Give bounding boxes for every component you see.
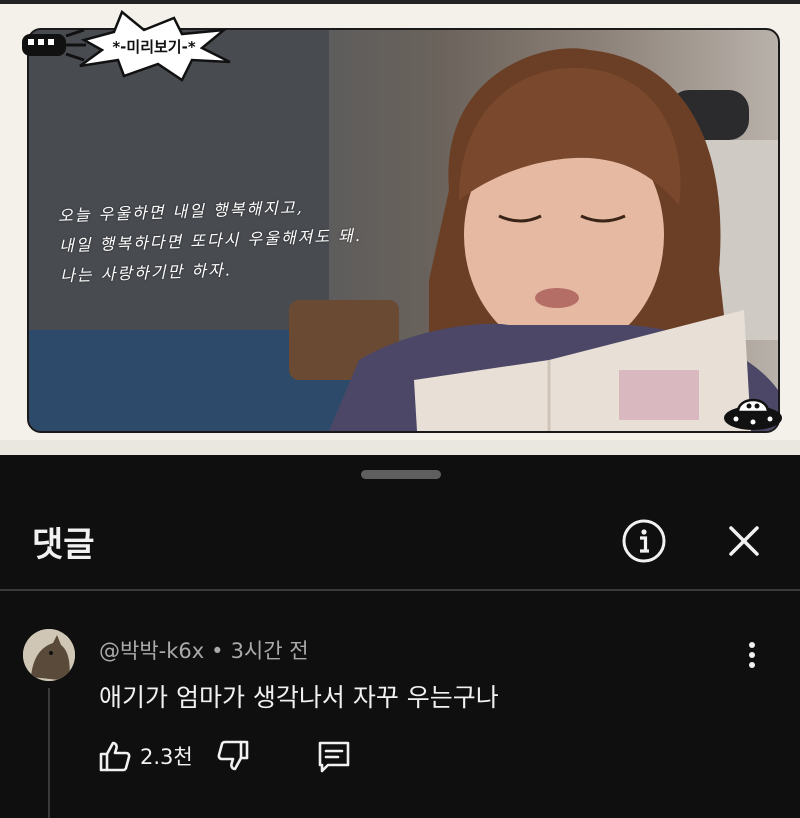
info-button[interactable] <box>620 517 668 565</box>
comment-author[interactable]: @박박-k6x <box>99 639 204 663</box>
video-top-border <box>0 0 800 4</box>
comments-title: 댓글 <box>32 525 95 565</box>
like-count: 2.3천 <box>140 745 193 769</box>
thread-line <box>48 688 50 818</box>
avatar-image <box>23 629 75 681</box>
thumb-down-icon <box>217 740 249 771</box>
dislike-button[interactable] <box>216 739 250 773</box>
comment-item: @박박-k6x • 3시간 전 애기가 엄마가 생각나서 자꾸 우는구나 2.3천 <box>0 591 800 818</box>
video-thumbnail-frame: 오늘 우울하면 내일 행복해지고, 내일 행복하다면 또다시 우울해져도 돼. … <box>27 28 780 433</box>
comments-sheet: 댓글 @박박-k6x •3시간 전 애기가 엄마가 생각나서 자꾸 우는구나 <box>0 455 800 818</box>
close-icon <box>729 526 759 556</box>
comment-time: 3시간 전 <box>230 639 309 663</box>
more-vert-icon <box>749 642 755 668</box>
handwritten-caption: 오늘 우울하면 내일 행복해지고, 내일 행복하다면 또다시 우울해져도 돼. … <box>58 187 481 292</box>
avatar[interactable] <box>23 629 75 681</box>
comment-more-button[interactable] <box>734 633 770 677</box>
close-button[interactable] <box>720 517 768 565</box>
video-bottom-strip <box>0 440 800 455</box>
info-icon <box>622 519 666 563</box>
meta-separator: • <box>211 639 224 663</box>
thumb-up-icon <box>99 741 131 772</box>
like-button[interactable]: 2.3천 <box>98 739 193 773</box>
sheet-drag-handle[interactable] <box>361 470 441 479</box>
comment-text: 애기가 엄마가 생각나서 자꾸 우는구나 <box>99 683 499 712</box>
reply-button[interactable] <box>316 739 352 775</box>
comment-meta: @박박-k6x • 3시간 전 <box>99 635 309 665</box>
reply-comment-icon <box>318 741 350 773</box>
preview-badge-text: *-미리보기-* <box>112 38 196 56</box>
rocket-logo-icon <box>22 28 86 62</box>
video-player[interactable]: 오늘 우울하면 내일 행복해지고, 내일 행복하다면 또다시 우울해져도 돼. … <box>0 0 800 455</box>
ufo-icon <box>724 398 782 430</box>
